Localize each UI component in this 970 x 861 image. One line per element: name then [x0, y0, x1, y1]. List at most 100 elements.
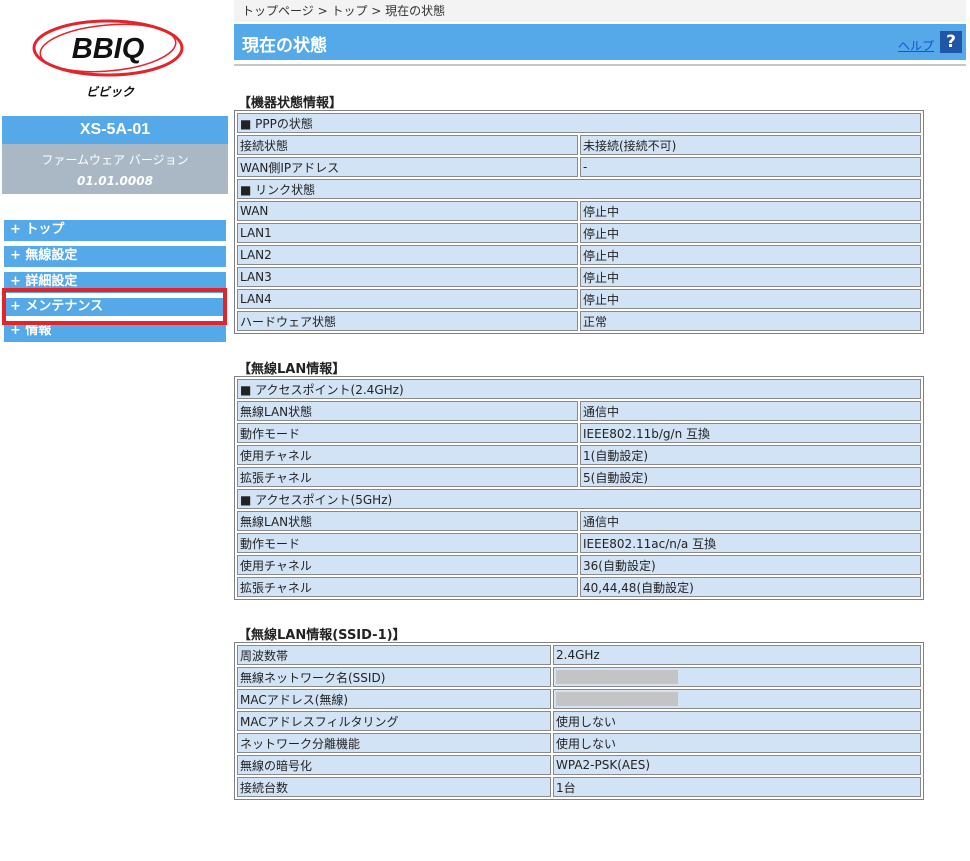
row-value: WPA2-PSK(AES): [553, 755, 921, 775]
row-value: 停止中: [580, 245, 921, 265]
table-row: 周波数帯 2.4GHz: [237, 645, 921, 665]
redacted-value: [556, 692, 678, 707]
device-info: XS-5A-01 ファームウェア バージョン 01.01.0008: [2, 116, 228, 194]
table-row: ハードウェア状態 正常: [237, 311, 921, 331]
row-value: 正常: [580, 311, 921, 331]
section-title: 【機器状態情報】: [238, 96, 343, 111]
row-label: ハードウェア状態: [237, 311, 578, 331]
table-row: 接続台数 1台: [237, 777, 921, 797]
row-label: MACアドレス(無線): [237, 689, 551, 709]
table-row: 使用チャネル 1(自動設定): [237, 445, 921, 465]
row-value: 使用しない: [553, 711, 921, 731]
table-row: ■ アクセスポイント(5GHz): [237, 489, 921, 509]
info-table: 周波数帯 2.4GHz 無線ネットワーク名(SSID) MACアドレス(無線) MACア…: [234, 642, 924, 800]
row-label: WAN側IPアドレス: [237, 157, 578, 177]
table-row: 動作モード IEEE802.11b/g/n 互換: [237, 423, 921, 443]
bbiq-logo[interactable]: BBIQ ビビック: [28, 12, 188, 104]
logo-subtext: ビビック: [86, 85, 135, 99]
table-row: ■ アクセスポイント(2.4GHz): [237, 379, 921, 399]
group-header: ■ リンク状態: [237, 179, 921, 199]
row-label: 無線ネットワーク名(SSID): [237, 667, 551, 687]
nav-item-top[interactable]: + トップ: [4, 220, 226, 241]
row-value: -: [580, 157, 921, 177]
table-row: 動作モード IEEE802.11ac/n/a 互換: [237, 533, 921, 553]
table-row: 無線LAN状態 通信中: [237, 511, 921, 531]
row-value: IEEE802.11b/g/n 互換: [580, 423, 921, 443]
row-label: 拡張チャネル: [237, 467, 578, 487]
row-label: MACアドレスフィルタリング: [237, 711, 551, 731]
table-row: MACアドレスフィルタリング 使用しない: [237, 711, 921, 731]
group-header: ■ アクセスポイント(5GHz): [237, 489, 921, 509]
table-row: MACアドレス(無線): [237, 689, 921, 709]
section-title: 【無線LAN情報】: [238, 362, 346, 377]
nav-item-advanced[interactable]: + 詳細設定: [4, 272, 226, 293]
row-value: 未接続(接続不可): [580, 135, 921, 155]
table-row: ■ リンク状態: [237, 179, 921, 199]
row-label: LAN3: [237, 267, 578, 287]
row-value: 40,44,48(自動設定): [580, 577, 921, 597]
table-row: WAN側IPアドレス -: [237, 157, 921, 177]
row-label: LAN2: [237, 245, 578, 265]
row-label: 動作モード: [237, 533, 578, 553]
row-label: 周波数帯: [237, 645, 551, 665]
table-row: 無線の暗号化 WPA2-PSK(AES): [237, 755, 921, 775]
row-value: [553, 689, 921, 709]
help-icon[interactable]: ?: [940, 31, 962, 53]
row-label: LAN4: [237, 289, 578, 309]
info-table: ■ PPPの状態 接続状態 未接続(接続不可) WAN側IPアドレス - ■ リンク状態 W…: [234, 110, 924, 334]
section-title: 【無線LAN情報(SSID-1)】: [238, 628, 406, 643]
table-row: 拡張チャネル 5(自動設定): [237, 467, 921, 487]
firmware-version: 01.01.0008: [77, 174, 153, 188]
row-label: 拡張チャネル: [237, 577, 578, 597]
row-value: 通信中: [580, 511, 921, 531]
title-divider: [234, 64, 966, 66]
info-table: ■ アクセスポイント(2.4GHz) 無線LAN状態 通信中 動作モード IEEE802…: [234, 376, 924, 600]
group-header: ■ アクセスポイント(2.4GHz): [237, 379, 921, 399]
row-value: 使用しない: [553, 733, 921, 753]
side-nav: + トップ + 無線設定 + 詳細設定 + メンテナンス + 情報: [4, 220, 226, 347]
redacted-value: [556, 670, 678, 685]
table-row: 拡張チャネル 40,44,48(自動設定): [237, 577, 921, 597]
row-value: IEEE802.11ac/n/a 互換: [580, 533, 921, 553]
nav-item-info[interactable]: + 情報: [4, 321, 226, 342]
table-row: WAN 停止中: [237, 201, 921, 221]
nav-item-wireless[interactable]: + 無線設定: [4, 246, 226, 267]
status-sections: 【機器状態情報】 ■ PPPの状態 接続状態 未接続(接続不可) WAN側IPアドレス -…: [234, 92, 966, 800]
firmware-label: ファームウェア バージョン: [41, 153, 189, 167]
row-label: 接続状態: [237, 135, 578, 155]
table-row: 無線ネットワーク名(SSID): [237, 667, 921, 687]
firmware-box: ファームウェア バージョン 01.01.0008: [2, 144, 228, 194]
row-value: [553, 667, 921, 687]
row-value: 1(自動設定): [580, 445, 921, 465]
row-value: 通信中: [580, 401, 921, 421]
group-header: ■ PPPの状態: [237, 113, 921, 133]
main-content: トップページ > トップ > 現在の状態 現在の状態 ヘルプ ? 【機器状態情報…: [234, 0, 966, 800]
table-row: LAN4 停止中: [237, 289, 921, 309]
row-value: 5(自動設定): [580, 467, 921, 487]
row-value: 36(自動設定): [580, 555, 921, 575]
row-label: 接続台数: [237, 777, 551, 797]
row-label: ネットワーク分離機能: [237, 733, 551, 753]
table-row: ネットワーク分離機能 使用しない: [237, 733, 921, 753]
row-label: 動作モード: [237, 423, 578, 443]
nav-item-maintenance[interactable]: + メンテナンス: [4, 298, 226, 316]
row-label: LAN1: [237, 223, 578, 243]
breadcrumb: トップページ > トップ > 現在の状態: [234, 0, 966, 22]
row-label: WAN: [237, 201, 578, 221]
help-link[interactable]: ヘルプ: [898, 37, 934, 54]
row-value: 停止中: [580, 267, 921, 287]
sidebar: BBIQ ビビック XS-5A-01 ファームウェア バージョン 01.01.0…: [0, 0, 230, 861]
table-row: LAN2 停止中: [237, 245, 921, 265]
row-label: 無線の暗号化: [237, 755, 551, 775]
row-value: 停止中: [580, 201, 921, 221]
table-row: LAN1 停止中: [237, 223, 921, 243]
page-title: 現在の状態: [242, 36, 327, 56]
table-row: 無線LAN状態 通信中: [237, 401, 921, 421]
row-label: 使用チャネル: [237, 445, 578, 465]
row-label: 使用チャネル: [237, 555, 578, 575]
title-bar: 現在の状態 ヘルプ ?: [234, 24, 966, 60]
table-row: 使用チャネル 36(自動設定): [237, 555, 921, 575]
row-label: 無線LAN状態: [237, 401, 578, 421]
row-value: 1台: [553, 777, 921, 797]
table-row: 接続状態 未接続(接続不可): [237, 135, 921, 155]
